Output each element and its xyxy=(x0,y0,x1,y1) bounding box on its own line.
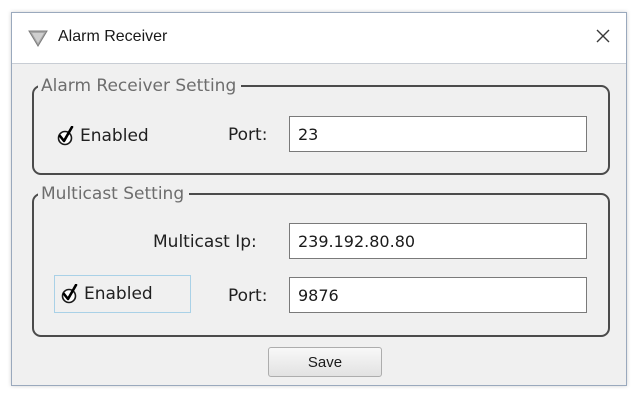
close-button[interactable] xyxy=(580,13,626,62)
multicast-port-label: Port: xyxy=(228,286,268,306)
alarm-receiver-dialog: Alarm Receiver Alarm Receiver Setting En… xyxy=(11,12,627,386)
multicast-ip-input[interactable] xyxy=(289,223,587,259)
alarm-port-label: Port: xyxy=(228,125,268,145)
multicast-setting-legend: Multicast Setting xyxy=(41,184,185,204)
multicast-enabled-label: Enabled xyxy=(84,284,153,304)
title-bar[interactable]: Alarm Receiver xyxy=(12,13,626,64)
alarm-port-input[interactable] xyxy=(289,116,587,152)
alarm-enabled-label: Enabled xyxy=(80,126,149,146)
window-title: Alarm Receiver xyxy=(58,28,168,45)
multicast-enabled-checkbox[interactable]: Enabled xyxy=(54,275,191,313)
save-button[interactable]: Save xyxy=(268,347,382,377)
multicast-setting-group: Multicast Setting xyxy=(32,185,610,337)
close-icon xyxy=(595,28,611,48)
multicast-ip-label: Multicast Ip: xyxy=(153,232,257,252)
checkmark-icon xyxy=(60,283,78,304)
alarm-receiver-setting-legend: Alarm Receiver Setting xyxy=(41,76,237,96)
checkmark-icon xyxy=(56,125,74,146)
multicast-port-input[interactable] xyxy=(289,277,587,313)
shield-triangle-icon xyxy=(28,29,48,47)
alarm-enabled-checkbox[interactable]: Enabled xyxy=(56,121,149,151)
